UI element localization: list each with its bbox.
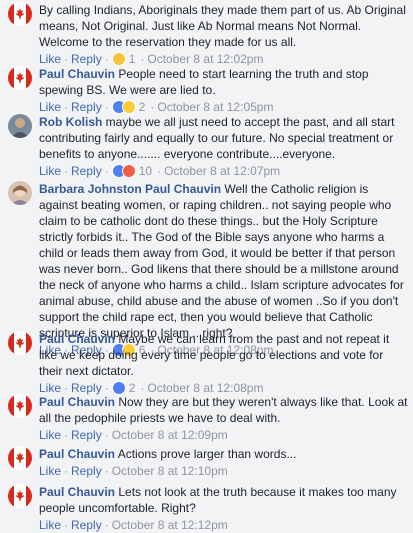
separator: · <box>104 52 109 66</box>
comment-body: By calling Indians, Aboriginals they mad… <box>39 2 408 67</box>
comment-text: Well the Catholic religion is against be… <box>39 182 404 340</box>
comment-content: Paul Chauvin Actions prove larger than w… <box>39 446 408 462</box>
avatar-photo[interactable] <box>8 181 32 205</box>
comment-body: Paul Chauvin Actions prove larger than w… <box>39 446 408 479</box>
reaction-count: 1 <box>128 52 136 66</box>
avatar-canada-flag[interactable] <box>8 484 32 508</box>
comment-actions: Like · Reply · October 8 at 12:12pm <box>39 517 408 533</box>
reactions-summary[interactable]: 1 <box>111 51 136 67</box>
timestamp[interactable]: October 8 at 12:02pm <box>147 51 263 67</box>
comment-content: Rob Kolish maybe we all just need to acc… <box>39 114 408 162</box>
timestamp[interactable]: October 8 at 12:07pm <box>164 163 280 179</box>
separator: · <box>64 428 69 442</box>
angry-reaction-icon <box>121 164 136 178</box>
reactions-summary[interactable]: 10 <box>111 163 153 179</box>
separator: · <box>104 464 109 478</box>
like-link[interactable]: Like <box>39 99 61 115</box>
comment-content: Paul Chauvin People need to start learni… <box>39 66 408 98</box>
avatar-photo[interactable] <box>8 114 32 138</box>
timestamp[interactable]: October 8 at 12:09pm <box>112 427 228 443</box>
reaction-count: 10 <box>138 164 153 178</box>
reply-link[interactable]: Reply <box>71 51 102 67</box>
separator: · <box>104 518 109 532</box>
comment-actions: Like · Reply · 2 · October 8 at 12:05pm <box>39 99 408 115</box>
separator: · <box>64 464 69 478</box>
comment-author[interactable]: Paul Chauvin <box>39 67 115 81</box>
reply-link[interactable]: Reply <box>71 163 102 179</box>
timestamp[interactable]: October 8 at 12:12pm <box>112 517 228 533</box>
comment-content: Paul Chauvin Lets not look at the truth … <box>39 484 408 516</box>
separator: · <box>157 164 162 178</box>
separator: · <box>104 164 109 178</box>
avatar-canada-flag[interactable] <box>8 66 32 90</box>
comment-body: Rob Kolish maybe we all just need to acc… <box>39 114 408 179</box>
reaction-count: 2 <box>138 100 146 114</box>
avatar-canada-flag[interactable] <box>8 2 32 26</box>
separator: · <box>140 52 145 66</box>
comment-content: By calling Indians, Aboriginals they mad… <box>39 2 408 50</box>
like-link[interactable]: Like <box>39 463 61 479</box>
comment-actions: Like · Reply · 10 · October 8 at 12:07pm <box>39 163 408 179</box>
comment-actions: Like · Reply · 1 · October 8 at 12:02pm <box>39 51 408 67</box>
separator: · <box>104 428 109 442</box>
separator: · <box>64 100 69 114</box>
avatar-canada-flag[interactable] <box>8 331 32 355</box>
reply-link[interactable]: Reply <box>71 99 102 115</box>
comment-author[interactable]: Paul Chauvin <box>39 447 115 461</box>
reply-link[interactable]: Reply <box>71 463 102 479</box>
like-link[interactable]: Like <box>39 51 61 67</box>
comment-actions: Like · Reply · October 8 at 12:10pm <box>39 463 408 479</box>
comment-content: Barbara Johnston Paul Chauvin Well the C… <box>39 181 408 341</box>
comment-author[interactable]: Paul Chauvin <box>39 485 115 499</box>
separator: · <box>64 52 69 66</box>
comment-author[interactable]: Paul Chauvin <box>39 395 115 409</box>
comment-body: Paul Chauvin Lets not look at the truth … <box>39 484 408 533</box>
reply-link[interactable]: Reply <box>71 517 102 533</box>
comment-text: Actions prove larger than words... <box>117 447 297 461</box>
like-link[interactable]: Like <box>39 427 61 443</box>
avatar-canada-flag[interactable] <box>8 446 32 470</box>
like-reaction-icon <box>111 381 126 395</box>
sad-reaction-icon <box>111 52 126 66</box>
comment-body: Paul Chauvin Maybe we can learn from the… <box>39 331 408 396</box>
avatar-canada-flag[interactable] <box>8 394 32 418</box>
timestamp[interactable]: October 8 at 12:10pm <box>112 463 228 479</box>
reactions-summary[interactable]: 2 <box>111 99 146 115</box>
separator: · <box>150 100 155 114</box>
comment-text: By calling Indians, Aboriginals they mad… <box>39 3 406 49</box>
tagged-user[interactable]: Paul Chauvin <box>145 182 221 196</box>
like-link[interactable]: Like <box>39 517 61 533</box>
comment-body: Paul Chauvin Now they are but they weren… <box>39 394 408 443</box>
separator: · <box>64 518 69 532</box>
comment-body: Paul Chauvin People need to start learni… <box>39 66 408 115</box>
like-link[interactable]: Like <box>39 163 61 179</box>
comment-author[interactable]: Rob Kolish <box>39 115 102 129</box>
comment-author[interactable]: Paul Chauvin <box>39 332 115 346</box>
reply-link[interactable]: Reply <box>71 427 102 443</box>
comment-author[interactable]: Barbara Johnston <box>39 182 142 196</box>
comment-actions: Like · Reply · October 8 at 12:09pm <box>39 427 408 443</box>
separator: · <box>104 100 109 114</box>
separator: · <box>64 164 69 178</box>
comment-content: Paul Chauvin Now they are but they weren… <box>39 394 408 426</box>
timestamp[interactable]: October 8 at 12:05pm <box>157 99 273 115</box>
haha-reaction-icon <box>121 100 136 114</box>
comment-thread: By calling Indians, Aboriginals they mad… <box>0 0 413 533</box>
comment-content: Paul Chauvin Maybe we can learn from the… <box>39 331 408 379</box>
